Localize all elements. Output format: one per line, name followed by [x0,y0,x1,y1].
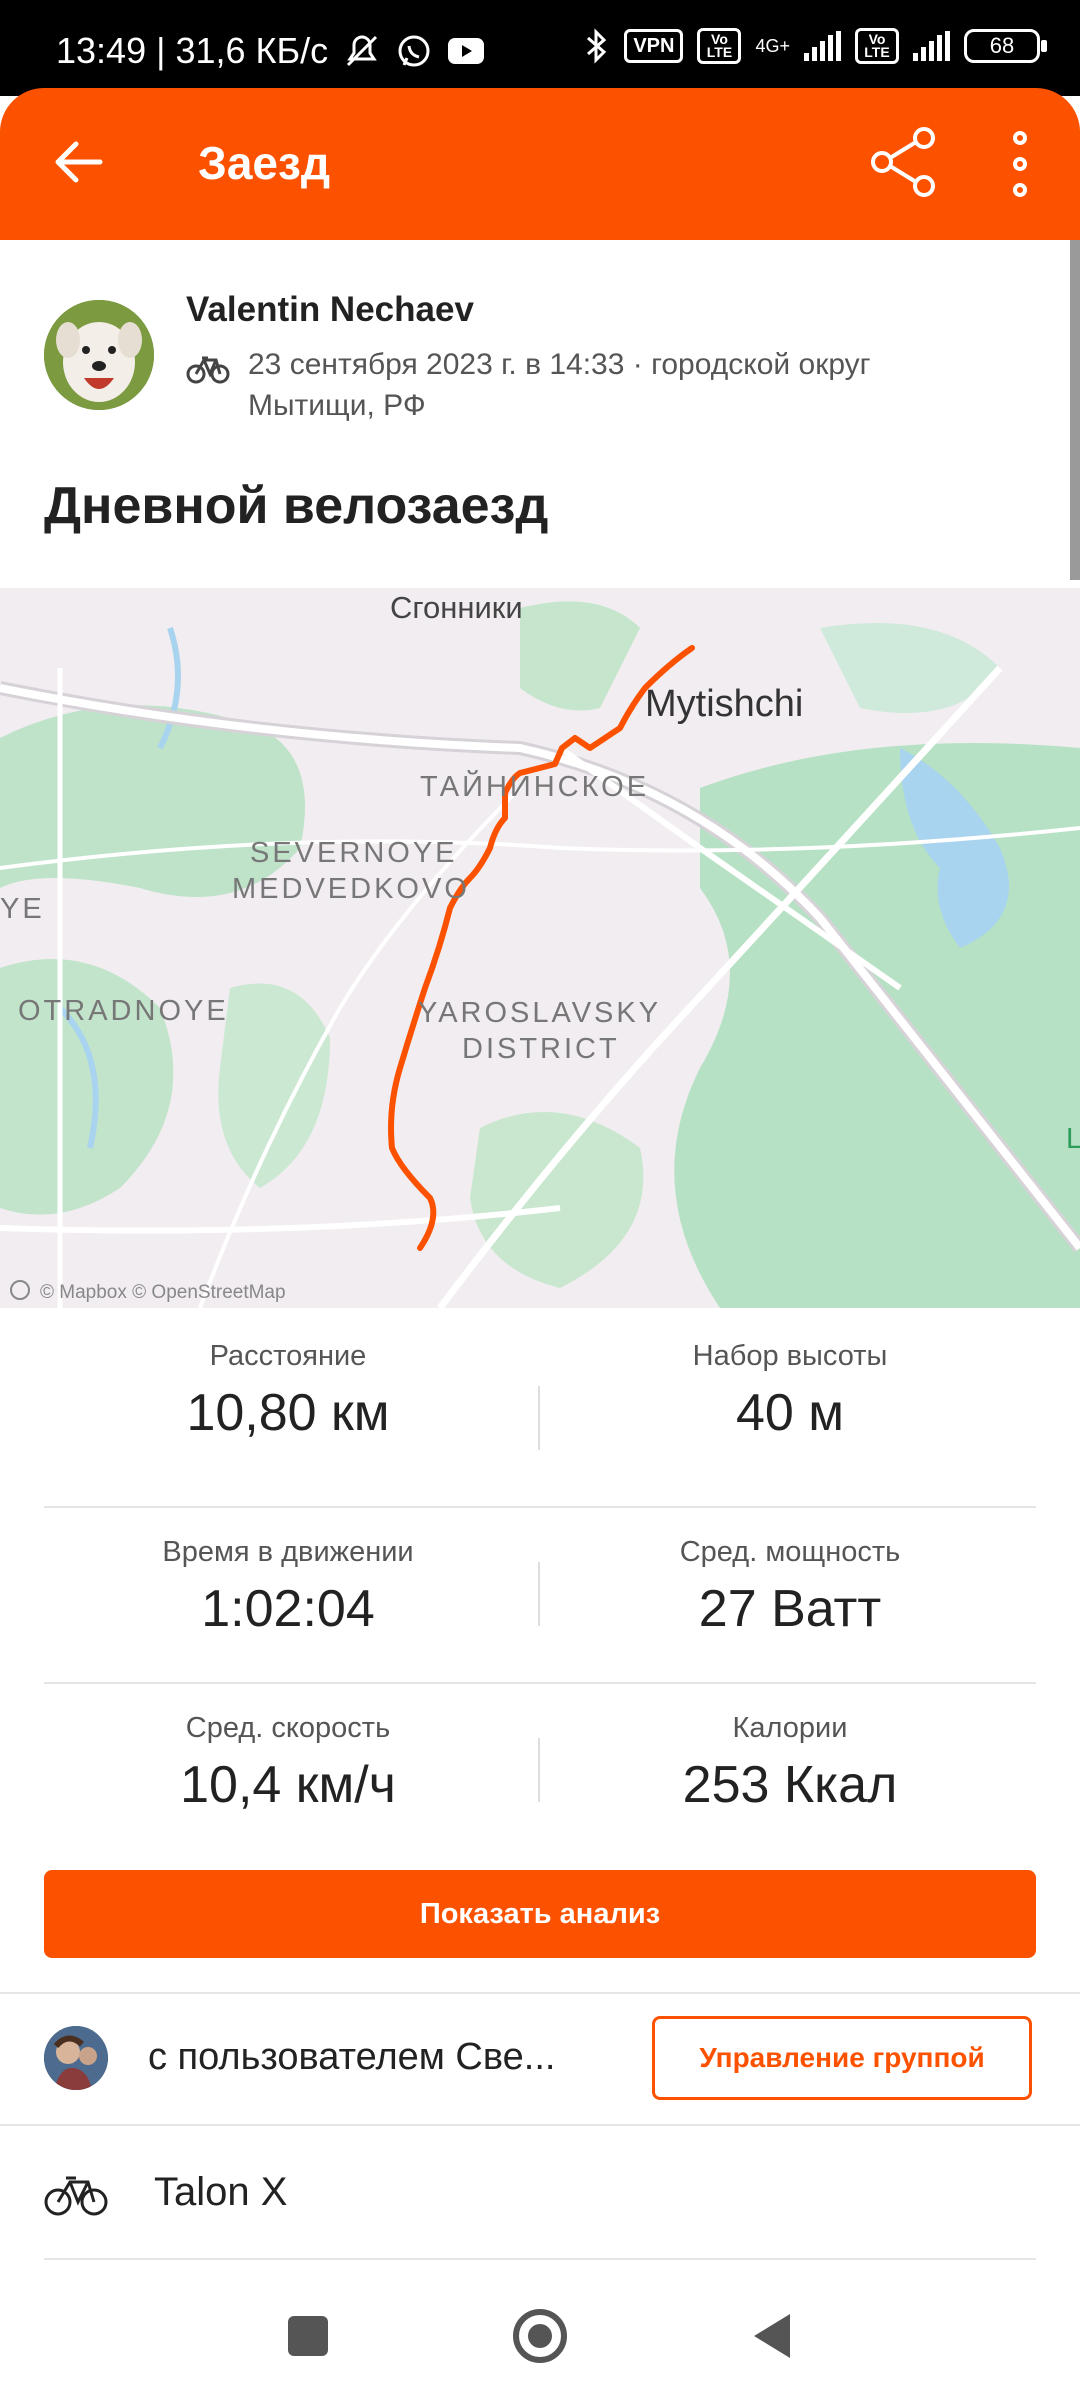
stat-value: 27 Ватт [698,1580,882,1638]
system-nav-bar [0,2270,1080,2400]
stat-value: 40 м [735,1384,845,1442]
network-type: 4G+ [755,35,790,56]
map-label-tainin: ТАЙНИНСКОЕ [420,769,649,803]
athlete-avatar[interactable] [44,300,154,410]
stat-value: 10,4 км/ч [180,1756,396,1814]
map-label-severnoye: SEVERNOYE [250,837,458,869]
show-analysis-button[interactable]: Показать анализ [44,1870,1036,1958]
map-label-edge-right: L [1066,1123,1080,1155]
divider [0,1992,1080,1994]
activity-title: Дневной велозаезд [44,477,549,535]
circle-home-icon[interactable] [505,2306,575,2366]
stat-distance: Расстояние 10,80 км [38,1340,538,1443]
group-member-avatar[interactable] [44,2026,108,2090]
map-canvas: Сгонники Mytishchi ТАЙНИНСКОЕ SEVERNOYE … [0,588,1080,1308]
volte-badge-2: Vo LTE [855,28,899,64]
member-photo [44,2026,108,2090]
scrollbar[interactable] [1070,240,1080,580]
map-label-yaroslavsky: YAROSLAVSKY [418,997,661,1029]
gear-name[interactable]: Talon X [154,2170,287,2215]
stat-avg-speed: Сред. скорость 10,4 км/ч [38,1712,538,1815]
stat-elevation: Набор высоты 40 м [540,1340,1040,1443]
stat-label: Сред. мощность [679,1536,901,1568]
map-label-district: DISTRICT [462,1033,620,1065]
status-time-speed: 13:49 | 31,6 КБ/с [56,30,329,71]
stat-value: 253 Ккал [682,1756,898,1814]
activity-datetime-location: 23 сентября 2023 г. в 14:33 · городской … [248,348,871,422]
stat-label: Калории [732,1712,848,1744]
stat-value: 1:02:04 [201,1580,375,1638]
status-right: VPN Vo LTE 4G+ Vo LTE 68 [584,28,1047,64]
stat-label: Время в движении [162,1536,414,1568]
divider [44,2258,1036,2260]
dnd-icon [347,35,378,67]
stat-label: Набор высоты [692,1340,888,1372]
status-bar: 13:49 | 31,6 КБ/с VPN Vo LTE 4G+ Vo LTE … [0,0,1080,96]
vpn-badge: VPN [624,29,684,63]
map-label-mytishchi: Mytishchi [645,683,803,725]
bicycle-icon [44,2176,108,2216]
map-label-sgonniki: Сгонники [390,590,523,625]
bicycle-icon [186,356,230,384]
whatsapp-icon [398,35,430,67]
arrow-left-icon[interactable] [48,130,112,194]
stat-label: Сред. скорость [185,1712,391,1744]
map-attribution[interactable]: © Mapbox © OpenStreetMap [40,1282,286,1303]
map-label-otradnoye: OTRADNOYE [18,995,229,1027]
manage-group-button[interactable]: Управление группой [652,2016,1032,2100]
triangle-back-icon[interactable] [738,2306,808,2366]
athlete-name[interactable]: Valentin Nechaev [186,290,474,330]
map-label-edge-left: YE [0,893,45,925]
app-bar: Заезд [0,88,1080,240]
divider [0,2124,1080,2126]
divider [44,1506,1036,1508]
square-icon[interactable] [272,2306,342,2366]
signal-icon [804,31,841,61]
page-title: Заезд [198,137,331,189]
map-label-medvedkovo: MEDVEDKOVO [232,873,470,905]
battery-icon: 68 [964,29,1047,63]
battery-level: 68 [989,33,1015,58]
signal-icon-2 [913,31,950,61]
stat-label: Расстояние [209,1340,367,1372]
bluetooth-icon [587,28,607,64]
dog-avatar-image [44,300,154,410]
share-icon[interactable] [868,126,940,198]
volte-badge-1: Vo LTE [697,28,742,64]
status-left: 13:49 | 31,6 КБ/с [56,30,486,72]
stat-value: 10,80 км [186,1384,390,1442]
stat-moving-time: Время в движении 1:02:04 [38,1536,538,1639]
group-members-text[interactable]: с пользователем Све... [148,2036,618,2079]
more-vertical-icon[interactable] [1000,124,1040,204]
route-map[interactable]: Сгонники Mytishchi ТАЙНИНСКОЕ SEVERNOYE … [0,588,1080,1308]
stat-calories: Калории 253 Ккал [540,1712,1040,1815]
youtube-icon [448,38,485,64]
stat-avg-power: Сред. мощность 27 Ватт [540,1536,1040,1639]
divider [44,1682,1036,1684]
